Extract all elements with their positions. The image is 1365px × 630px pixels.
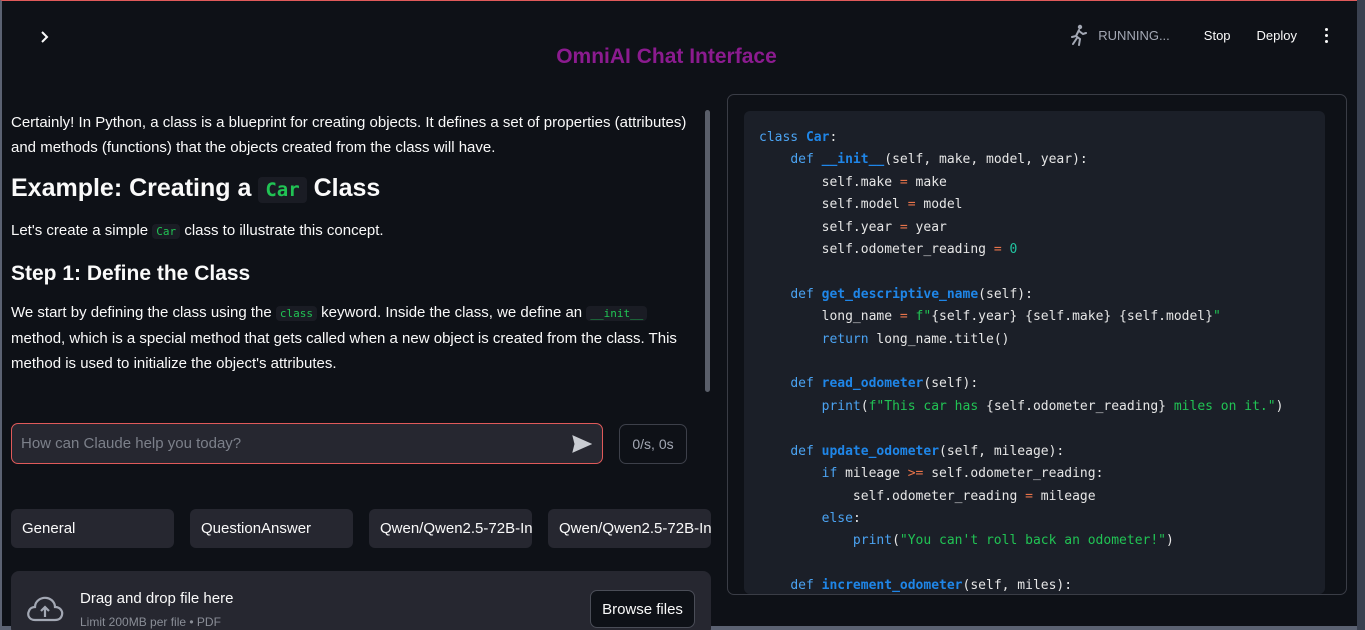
chat-message: Certainly! In Python, a class is a bluep…: [11, 110, 701, 400]
cloud-upload-icon: [27, 596, 64, 622]
step-heading: Step 1: Define the Class: [11, 262, 251, 285]
car-paragraph: Let's create a simple Car class to illus…: [11, 218, 701, 244]
browse-files-button[interactable]: Browse files: [590, 590, 695, 628]
option-selects: General QuestionAnswer Qwen/Qwen2.5-72B-…: [11, 509, 711, 548]
example-heading: Example: Creating a Car Class: [11, 170, 701, 208]
deploy-button[interactable]: Deploy: [1247, 24, 1307, 47]
step-text-a: We start by defining the class using the: [11, 304, 272, 321]
upload-subtitle: Limit 200MB per file • PDF: [80, 615, 221, 629]
send-icon[interactable]: [562, 424, 602, 464]
step-text-c: method, which is a special method that g…: [11, 330, 677, 372]
chat-scrollbar[interactable]: [705, 110, 710, 392]
heading-prefix: Example: Creating a: [11, 174, 252, 202]
select-task[interactable]: QuestionAnswer: [190, 509, 353, 548]
heading-code: Car: [258, 177, 307, 203]
car-paragraph-suffix: class to illustrate this concept.: [184, 222, 384, 239]
intro-paragraph: Certainly! In Python, a class is a bluep…: [11, 114, 687, 156]
running-label: RUNNING...: [1098, 27, 1170, 43]
code-block[interactable]: class Car: def __init__(self, make, mode…: [744, 111, 1325, 594]
chat-input-box: [11, 423, 603, 464]
running-man-icon: [1071, 24, 1088, 46]
heading-suffix: Class: [313, 174, 381, 202]
stop-button[interactable]: Stop: [1194, 24, 1241, 47]
code-panel: class Car: def __init__(self, make, mode…: [727, 94, 1347, 595]
init-inline-code: __init__: [586, 306, 648, 321]
step-paragraph: We start by defining the class using the…: [11, 300, 701, 376]
upload-title: Drag and drop file here: [80, 590, 234, 607]
chat-input[interactable]: [21, 435, 562, 452]
class-inline-code: class: [275, 306, 317, 321]
code-content: class Car: def __init__(self, make, mode…: [759, 130, 1284, 594]
page-scrollbar[interactable]: [1357, 0, 1365, 630]
car-inline-code: Car: [152, 224, 181, 239]
file-uploader[interactable]: Drag and drop file here Limit 200MB per …: [11, 571, 711, 630]
rate-indicator: 0/s, 0s: [619, 424, 687, 464]
running-status: RUNNING...: [1068, 24, 1170, 46]
app-title: OmniAI Chat Interface: [556, 45, 777, 68]
car-paragraph-prefix: Let's create a simple: [11, 222, 149, 239]
step-text-b: keyword. Inside the class, we define an: [321, 304, 583, 321]
select-model-secondary[interactable]: Qwen/Qwen2.5-72B-In: [548, 509, 711, 548]
select-category[interactable]: General: [11, 509, 174, 548]
select-model[interactable]: Qwen/Qwen2.5-72B-In: [369, 509, 532, 548]
kebab-menu-icon[interactable]: [1319, 27, 1333, 43]
